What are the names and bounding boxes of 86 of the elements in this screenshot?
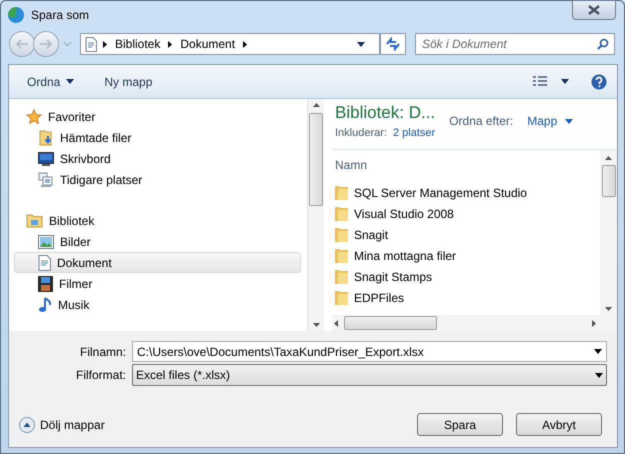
breadcrumb-arrow-icon[interactable]: [243, 40, 248, 48]
scrollbar-thumb[interactable]: [344, 316, 437, 330]
nav-item[interactable]: Tidigare platser: [14, 169, 301, 190]
scroll-up-icon: [312, 103, 320, 107]
vertical-scrollbar[interactable]: [307, 99, 324, 331]
scroll-left-icon: [334, 320, 338, 326]
folder-icon: [335, 185, 348, 200]
folder-icon: [335, 206, 348, 221]
file-row[interactable]: Snagit: [332, 224, 600, 245]
field-label: Filformat:: [74, 367, 127, 384]
star-icon: [26, 108, 42, 124]
film-icon: [38, 276, 53, 292]
file-row[interactable]: SQL Server Management Studio: [332, 182, 600, 203]
document-icon: [85, 36, 97, 52]
nav-item[interactable]: Hämtade filer: [14, 127, 301, 148]
refresh-button[interactable]: [380, 33, 406, 55]
collapse-up-icon: [19, 416, 35, 432]
music-note-icon: [38, 296, 52, 312]
scroll-right-icon: [592, 320, 596, 326]
nav-item[interactable]: Bilder: [14, 231, 301, 252]
scrollbar-thumb[interactable]: [309, 113, 323, 206]
filename-combo[interactable]: C:\Users\ove\Documents\TaxaKundPriser_Export.xlsx: [132, 341, 607, 362]
format-dropdown[interactable]: Excel files (*.xlsx): [132, 364, 607, 386]
scroll-down-icon: [312, 323, 320, 327]
help-icon[interactable]: [591, 74, 607, 90]
nav-item[interactable]: Dokument: [14, 252, 301, 273]
address-bar[interactable]: Bibliotek Dokument: [80, 33, 380, 55]
desktop-icon: [38, 152, 54, 166]
dropdown-caret-icon: [561, 79, 569, 84]
library-folder-icon: [26, 213, 43, 228]
refresh-icon: [385, 37, 401, 51]
folder-icon: [335, 269, 348, 284]
file-row[interactable]: Snagit Stamps: [332, 266, 600, 287]
forward-arrow-icon: [39, 39, 53, 49]
back-button[interactable]: [9, 31, 35, 57]
dropdown-caret-icon: [595, 372, 603, 378]
sort-label: Ordna efter:: [449, 113, 514, 130]
dropdown-caret-icon: [66, 79, 74, 84]
download-folder-icon: [38, 130, 54, 146]
locations-link[interactable]: 2 platser: [392, 125, 436, 142]
toolbar-button[interactable]: Ordna: [19, 70, 82, 94]
file-row[interactable]: Visual Studio 2008: [332, 203, 600, 224]
dropdown-caret-icon[interactable]: [357, 42, 365, 46]
sort-dropdown[interactable]: Mapp: [527, 112, 574, 130]
dialog-button[interactable]: Spara: [417, 413, 503, 436]
search-icon: [597, 38, 609, 50]
dialog-button[interactable]: Avbryt: [516, 413, 602, 436]
dropdown-caret-icon: [565, 118, 574, 124]
folder-icon: [335, 248, 348, 263]
breadcrumb-arrow-icon[interactable]: [168, 40, 172, 48]
picture-library-icon: [38, 234, 54, 248]
app-icon: [7, 6, 25, 24]
back-arrow-icon: [15, 39, 29, 49]
nav-item[interactable]: Filmer: [14, 273, 301, 294]
forward-button[interactable]: [33, 31, 59, 57]
scroll-down-icon: [605, 307, 612, 311]
breadcrumb-arrow-icon[interactable]: [103, 40, 107, 48]
column-header[interactable]: Namn: [332, 150, 600, 182]
field-label: Filnamn:: [78, 344, 127, 360]
file-row[interactable]: Mina mottagna filer: [332, 245, 600, 266]
history-caret-icon[interactable]: [63, 41, 72, 47]
list-view-icon: [533, 76, 547, 88]
close-icon: [588, 5, 600, 15]
window-title: Spara som: [31, 6, 90, 24]
document-icon: [38, 254, 51, 270]
view-options-button[interactable]: [533, 76, 569, 88]
file-row[interactable]: EDPFiles: [332, 287, 600, 308]
recent-places-icon: [38, 172, 54, 188]
nav-item[interactable]: Skrivbord: [14, 148, 301, 169]
hide-folders-toggle[interactable]: Dölj mappar: [19, 416, 105, 434]
scroll-up-icon: [605, 156, 612, 160]
breadcrumb[interactable]: Bibliotek: [115, 35, 160, 53]
nav-item[interactable]: Musik: [14, 294, 301, 315]
dropdown-caret-icon: [594, 349, 602, 354]
search-field[interactable]: Sök i Dokument: [415, 33, 615, 55]
toolbar-button[interactable]: Ny mapp: [96, 70, 160, 94]
folder-icon: [335, 290, 348, 305]
nav-group-header[interactable]: Bibliotek: [14, 210, 301, 231]
folder-icon: [335, 227, 348, 242]
includes-label: Inkluderar:: [335, 126, 387, 141]
close-button[interactable]: [572, 0, 616, 20]
scrollbar-thumb[interactable]: [602, 165, 616, 197]
breadcrumb[interactable]: Dokument: [180, 35, 236, 53]
nav-group-header[interactable]: Favoriter: [14, 106, 301, 127]
library-title: Bibliotek: D...: [335, 103, 436, 123]
vertical-scrollbar[interactable]: [600, 150, 617, 331]
